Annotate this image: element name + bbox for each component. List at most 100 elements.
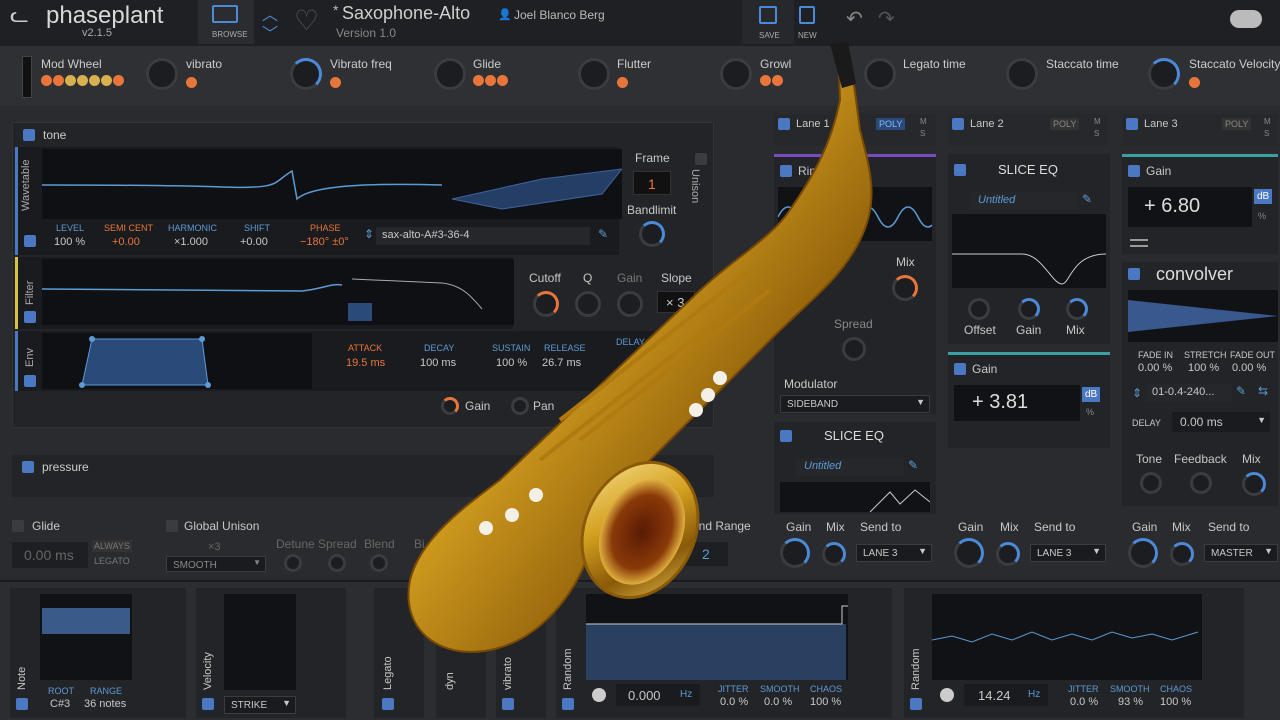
new-button[interactable]: NEW	[794, 0, 824, 44]
lane-3-name[interactable]: Lane 3	[1144, 118, 1178, 130]
tone-title[interactable]: tone	[43, 128, 66, 142]
harmonic-value[interactable]: ×1.000	[174, 236, 208, 248]
lane-3-send-target[interactable]: MASTER ▼	[1204, 544, 1278, 562]
conv-mix-knob[interactable]	[1242, 472, 1266, 496]
lane-2-db-toggle[interactable]: dB	[1082, 387, 1101, 402]
lane-2-send-mix-knob[interactable]	[996, 542, 1020, 566]
random-2-jitter-value[interactable]: 0.0 %	[1070, 696, 1098, 708]
wavetable-file-stepper-icon[interactable]: ⇕	[364, 227, 374, 241]
note-root-value[interactable]: C#3	[50, 698, 70, 710]
stretch-value[interactable]: 100 %	[1188, 362, 1219, 374]
macro-staccato-velocity-knob[interactable]	[1148, 58, 1180, 90]
lane-3-enable[interactable]	[1126, 118, 1138, 130]
velocity-mode-select[interactable]: STRIKE ▼	[224, 696, 296, 714]
ir-reverse-icon[interactable]: ⇆	[1258, 384, 1268, 398]
lane-2-slice-eq-title[interactable]: SLICE EQ	[998, 162, 1058, 177]
conv-delay-field[interactable]: 0.00 ms ▼	[1172, 412, 1270, 432]
conv-tone-knob[interactable]	[1140, 472, 1162, 494]
note-enable[interactable]	[16, 698, 28, 710]
lane-1-mute[interactable]: M	[920, 117, 927, 126]
random-2-enable[interactable]	[910, 698, 922, 710]
random-2-chaos-value[interactable]: 100 %	[1160, 696, 1191, 708]
lane-2-gain-enable[interactable]	[954, 363, 966, 375]
unison-detune-knob[interactable]	[284, 554, 302, 572]
ir-stepper-icon[interactable]: ⇕	[1132, 386, 1142, 400]
attack-value[interactable]: 19.5 ms	[346, 357, 385, 369]
pressure-enable[interactable]	[22, 461, 34, 473]
note-range-value[interactable]: 36 notes	[84, 698, 126, 710]
random-1-rate-unit[interactable]: Hz	[680, 689, 692, 700]
save-button[interactable]: SAVE	[742, 0, 794, 44]
velocity-enable[interactable]	[202, 698, 214, 710]
lane-3-mute[interactable]: M	[1264, 117, 1271, 126]
lane-2-slice-eq-enable[interactable]	[954, 164, 966, 176]
lane-2-send-target[interactable]: LANE 3 ▼	[1030, 544, 1106, 562]
pressure-title[interactable]: pressure	[42, 460, 89, 474]
random-2-smooth-value[interactable]: 93 %	[1118, 696, 1143, 708]
browse-button[interactable]: BROWSE	[198, 0, 254, 44]
unison-count[interactable]: ×3	[208, 541, 221, 553]
level-value[interactable]: 100 %	[54, 236, 85, 248]
ir-edit-icon[interactable]: ✎	[1236, 384, 1246, 398]
mod-wheel-icon[interactable]	[22, 56, 32, 98]
lane-2-poly[interactable]: POLY	[1050, 118, 1080, 130]
lane-2-eq-mix-knob[interactable]	[1066, 298, 1088, 320]
env-enable[interactable]	[24, 375, 36, 387]
lane-2-eq-edit-icon[interactable]: ✎	[1082, 192, 1092, 206]
lane-3-solo[interactable]: S	[1264, 129, 1269, 138]
lane-3-gain-display[interactable]: + 6.80	[1128, 187, 1252, 227]
lane-2-eq-gain-knob[interactable]	[1018, 298, 1040, 320]
glide-enable[interactable]	[12, 520, 24, 532]
random-1-play-icon[interactable]	[592, 688, 606, 702]
glide-legato-toggle[interactable]: LEGATO	[94, 556, 130, 566]
lane-2-name[interactable]: Lane 2	[970, 118, 1004, 130]
random-2-rate-field[interactable]: 14.24 Hz	[964, 684, 1048, 706]
random-2-rate-unit[interactable]: Hz	[1028, 689, 1040, 700]
unison-spread-knob[interactable]	[328, 554, 346, 572]
lane-3-gain-title[interactable]: Gain	[1146, 164, 1171, 178]
lane-2-offset-knob[interactable]	[968, 298, 990, 320]
random-2-play-icon[interactable]	[940, 688, 954, 702]
lane-2-enable[interactable]	[952, 118, 964, 130]
lane-3-pct-toggle[interactable]: %	[1258, 211, 1266, 221]
redo-icon[interactable]: ↷	[878, 6, 895, 31]
lane-2-mute[interactable]: M	[1094, 117, 1101, 126]
convolver-title[interactable]: convolver	[1156, 264, 1233, 285]
unison-blend-knob[interactable]	[370, 554, 388, 572]
random-1-chaos-value[interactable]: 100 %	[810, 696, 841, 708]
note-range-display[interactable]	[40, 594, 132, 680]
fade-out-value[interactable]: 0.00 %	[1232, 362, 1266, 374]
random-1-jitter-value[interactable]: 0.0 %	[720, 696, 748, 708]
macro-vibrato-freq-knob[interactable]	[290, 58, 322, 90]
phase-value[interactable]: −180° ±0°	[300, 236, 349, 248]
lane-3-send-mix-knob[interactable]	[1170, 542, 1194, 566]
lane-1-solo[interactable]: S	[920, 129, 925, 138]
ir-file-field[interactable]: 01-0.4-240...	[1146, 384, 1232, 402]
next-preset-icon[interactable]: ﹀	[262, 20, 278, 44]
lane-3-poly[interactable]: POLY	[1222, 118, 1252, 130]
lane-1-eq-edit-icon[interactable]: ✎	[908, 458, 918, 472]
preset-name[interactable]: Saxophone-Alto	[342, 3, 470, 24]
legato-enable[interactable]	[382, 698, 394, 710]
lane-2-solo[interactable]: S	[1094, 129, 1099, 138]
lane-2-eq-preset-field[interactable]: Untitled	[970, 192, 1078, 210]
macro-vibrato-knob[interactable]	[146, 58, 178, 90]
undo-icon[interactable]: ↶	[846, 6, 863, 31]
favorite-heart-icon[interactable]: ♡	[294, 4, 319, 37]
lane-2-pct-toggle[interactable]: %	[1086, 407, 1094, 417]
gamepad-icon[interactable]	[1230, 10, 1262, 28]
lane-2-gain-title[interactable]: Gain	[972, 362, 997, 376]
random-1-smooth-value[interactable]: 0.0 %	[764, 696, 792, 708]
filter-enable[interactable]	[24, 311, 36, 323]
unison-mode-select[interactable]: SMOOTH ▼	[166, 556, 266, 572]
lane-3-gain-enable[interactable]	[1128, 165, 1140, 177]
lane-2-send-gain-knob[interactable]	[954, 538, 984, 568]
glide-time-field[interactable]: 0.00 ms	[12, 542, 88, 568]
semi-cent-value[interactable]: +0.00	[112, 236, 140, 248]
tone-enable[interactable]	[23, 129, 35, 141]
random-1-enable[interactable]	[562, 698, 574, 710]
global-unison-enable[interactable]	[166, 520, 178, 532]
fade-in-value[interactable]: 0.00 %	[1138, 362, 1172, 374]
feedback-knob[interactable]	[1190, 472, 1212, 494]
lane-2-gain-display[interactable]: + 3.81	[954, 385, 1080, 421]
